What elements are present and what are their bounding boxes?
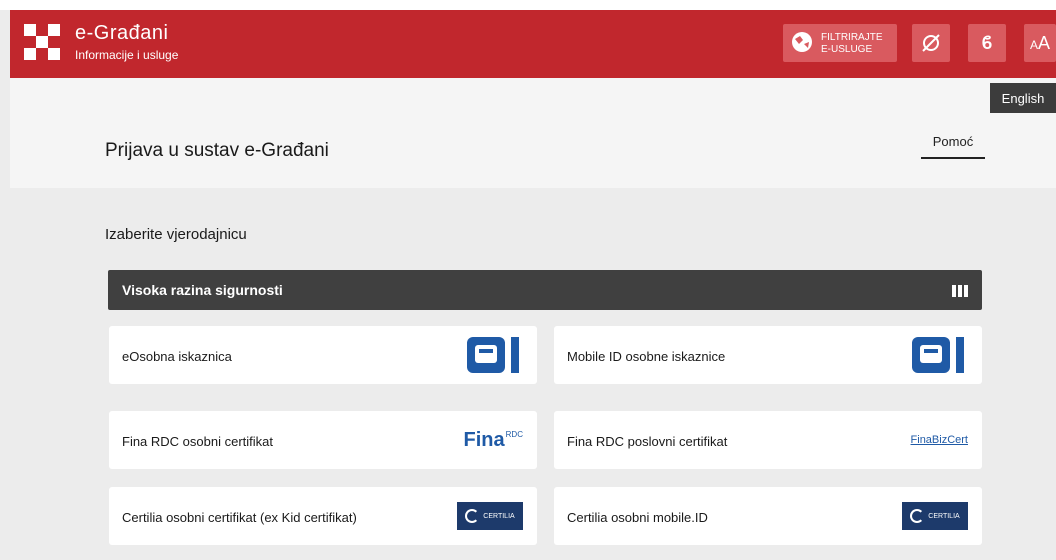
dyslexia-font-button[interactable]: ϐ bbox=[968, 24, 1006, 62]
fina-bizcert-logo-icon: FinaBizCert bbox=[910, 434, 968, 446]
brand-subtitle: Informacije i usluge bbox=[75, 48, 179, 62]
filter-services-label: FILTRIRAJTE E-USLUGE bbox=[821, 32, 883, 55]
credential-name: Fina RDC osobni certifikat bbox=[122, 434, 273, 449]
certilia-logo-icon: CERTILIA bbox=[898, 495, 968, 537]
filter-services-button[interactable]: FILTRIRAJTE E-USLUGE bbox=[783, 24, 897, 62]
certilia-logo-icon: CERTILIA bbox=[453, 495, 523, 537]
fina-rdc-logo-icon: Fina RDC bbox=[463, 428, 523, 451]
font-toggle-icon: ϐ bbox=[981, 32, 993, 53]
credential-card[interactable]: Fina RDC osobni certifikat Fina RDC bbox=[109, 411, 537, 469]
site-header: e-Građani Informacije i usluge FILTRIRAJ… bbox=[10, 10, 1056, 78]
credential-name: Mobile ID osobne iskaznice bbox=[567, 349, 726, 364]
credential-card[interactable]: Certilia osobni mobile.ID CERTILIA bbox=[554, 487, 982, 545]
window-top-edge bbox=[0, 0, 1056, 10]
font-size-icon: AA bbox=[1030, 32, 1051, 53]
section-label: Izaberite vjerodajnicu bbox=[105, 226, 247, 243]
security-level-label: Visoka razina sigurnosti bbox=[122, 282, 283, 298]
credential-card[interactable]: eOsobna iskaznica bbox=[109, 326, 537, 384]
eoi-logo-icon bbox=[898, 334, 968, 376]
brand-title[interactable]: e-Građani bbox=[75, 22, 168, 45]
credential-card[interactable]: Certilia osobni certifikat (ex Kid certi… bbox=[109, 487, 537, 545]
security-level-bar[interactable]: Visoka razina sigurnosti bbox=[108, 270, 982, 310]
eye-off-icon bbox=[922, 34, 940, 52]
globe-icon bbox=[792, 32, 812, 52]
credential-card[interactable]: Fina RDC poslovni certifikat FinaBizCert bbox=[554, 411, 982, 469]
credential-name: Certilia osobni mobile.ID bbox=[567, 510, 708, 525]
credential-card[interactable]: Mobile ID osobne iskaznice bbox=[554, 326, 982, 384]
help-link[interactable]: Pomoć bbox=[921, 134, 985, 159]
credential-name: Fina RDC poslovni certifikat bbox=[567, 434, 728, 449]
signal-bars-icon bbox=[952, 285, 968, 297]
english-language-link[interactable]: English bbox=[990, 83, 1056, 113]
page-header-panel: English Prijava u sustav e-Građani Pomoć bbox=[10, 78, 1056, 188]
font-size-button[interactable]: AA bbox=[1024, 24, 1056, 62]
eoi-logo-icon bbox=[453, 334, 523, 376]
croatian-checker-logo-icon[interactable] bbox=[24, 24, 66, 60]
credential-name: eOsobna iskaznica bbox=[122, 349, 232, 364]
hide-images-button[interactable] bbox=[912, 24, 950, 62]
page-title: Prijava u sustav e-Građani bbox=[105, 140, 329, 161]
credential-name: Certilia osobni certifikat (ex Kid certi… bbox=[122, 510, 357, 525]
